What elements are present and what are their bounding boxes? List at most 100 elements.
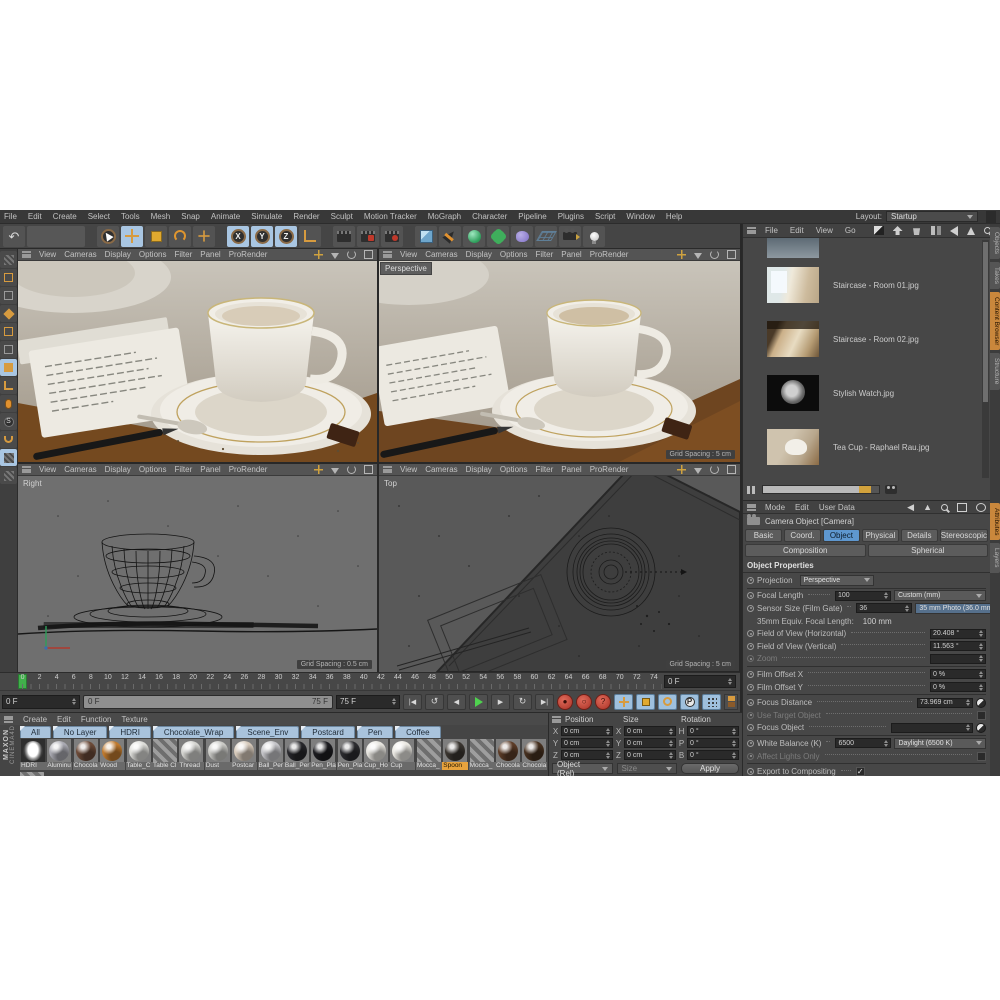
attribute-tab[interactable]: Composition (745, 544, 866, 557)
viewport-menu-item[interactable]: Display (466, 250, 492, 259)
view-pan-icon[interactable] (677, 250, 686, 259)
stepper-icon[interactable] (72, 698, 76, 705)
browser-scrollbar[interactable] (982, 240, 989, 478)
viewport-menu-item[interactable]: Filter (174, 250, 192, 259)
viewport-solo-button[interactable] (0, 395, 17, 412)
record-keyframe-button[interactable]: ● (557, 694, 573, 710)
hamburger-icon[interactable] (747, 227, 756, 234)
list-item-partial[interactable] (743, 238, 983, 258)
scrub-icon[interactable] (747, 724, 754, 731)
attribute-tab[interactable]: Stereoscopic (940, 529, 988, 542)
scrub-icon[interactable] (747, 684, 754, 691)
menu-item[interactable]: Pipeline (518, 212, 546, 221)
material-menu-item[interactable]: Function (81, 715, 112, 724)
viewport-menu-item[interactable]: Options (500, 465, 528, 474)
texture-mode-button[interactable] (0, 251, 17, 268)
axis-mode-button[interactable] (0, 377, 17, 394)
focal-length-field[interactable]: 100 (835, 591, 891, 601)
menu-item[interactable]: Create (53, 212, 77, 221)
focus-distance-field[interactable]: 73.969 cm (917, 698, 973, 708)
attribute-menu-item[interactable]: Edit (795, 503, 809, 512)
next-frame-button[interactable]: ▶ (491, 694, 510, 710)
material-swatch[interactable]: Ball_Per (258, 738, 284, 770)
material-swatch[interactable]: HDRI (20, 738, 46, 770)
material-swatch[interactable]: Chocola (73, 738, 99, 770)
attribute-tab[interactable]: Basic (745, 529, 782, 542)
make-editable-button[interactable] (0, 269, 17, 286)
menu-item[interactable]: Help (666, 212, 682, 221)
film-offset-x-field[interactable]: 0 % (930, 669, 986, 679)
view-zoom-icon[interactable] (331, 468, 339, 474)
scrub-icon[interactable] (747, 592, 754, 599)
material-swatch[interactable]: Postcar (231, 738, 257, 770)
view-label-chip[interactable]: Perspective (380, 262, 432, 275)
list-item[interactable]: Staircase - Room 01.jpg (743, 258, 983, 312)
key-position-toggle[interactable] (614, 694, 633, 710)
goto-end-button[interactable]: ▶| (535, 694, 554, 710)
material-layer-tab[interactable]: Postcard (301, 726, 355, 738)
browser-menu-item[interactable]: Go (845, 226, 856, 235)
points-mode-button[interactable] (0, 287, 17, 304)
material-swatch[interactable]: Ball_Per (284, 738, 310, 770)
material-swatch[interactable]: Mocca_ (469, 738, 495, 770)
coordinate-mode-select[interactable]: Object (Rel) (552, 763, 613, 774)
scrub-icon[interactable] (747, 577, 754, 584)
viewport-top[interactable]: ViewCamerasDisplayOptionsFilterPanelProR… (379, 464, 740, 672)
render-picture-viewer-button[interactable] (357, 226, 379, 247)
material-swatch-partial[interactable] (20, 772, 44, 776)
current-frame-field[interactable]: 0 F (664, 675, 736, 688)
focus-object-field[interactable] (891, 723, 973, 733)
white-balance-preset-select[interactable]: Daylight (6500 K) (894, 738, 986, 749)
spline-pen-button[interactable] (439, 226, 461, 247)
projection-select[interactable]: Perspective (800, 575, 874, 586)
tweak-mode-button[interactable] (0, 341, 17, 358)
snap-settings-button[interactable]: S (0, 413, 17, 430)
menu-item[interactable]: Tools (121, 212, 140, 221)
viewport-menu-item[interactable]: Display (466, 465, 492, 474)
viewport-menu-item[interactable]: Panel (200, 465, 220, 474)
pointer-icon[interactable] (967, 227, 975, 235)
viewport-menu-item[interactable]: Cameras (425, 250, 457, 259)
material-layer-tab[interactable]: All (20, 726, 51, 738)
material-layer-tab[interactable]: Scene_Env (236, 726, 299, 738)
list-view-icon[interactable] (747, 486, 757, 494)
view-rotate-icon[interactable] (347, 465, 356, 474)
keyframe-selection-button[interactable]: ? (595, 694, 611, 710)
menu-item[interactable]: Select (88, 212, 110, 221)
viewport-menu-item[interactable]: Options (500, 250, 528, 259)
lock-y-axis-button[interactable]: Y (251, 226, 273, 247)
position-x-field[interactable]: 0 cm (561, 726, 613, 736)
render-settings-button[interactable] (381, 226, 403, 247)
size-y-field[interactable]: 0 cm (624, 738, 676, 748)
material-swatch[interactable]: Table_C (126, 738, 152, 770)
view-maximize-icon[interactable] (364, 465, 373, 474)
scrub-icon[interactable] (747, 605, 754, 612)
key-pla-toggle[interactable] (702, 694, 721, 710)
browse-mode-icon[interactable] (885, 485, 897, 494)
hamburger-icon[interactable] (747, 504, 756, 511)
sensor-size-field[interactable]: 36 (856, 603, 912, 613)
workplane-lock-button[interactable] (0, 449, 17, 466)
size-x-field[interactable]: 0 cm (624, 726, 676, 736)
viewport-menu-item[interactable]: Cameras (64, 250, 96, 259)
material-layer-tab[interactable]: No Layer (53, 726, 107, 738)
viewport-menu-item[interactable]: Panel (561, 250, 581, 259)
attribute-tab[interactable]: Object (823, 529, 860, 542)
scrub-icon[interactable] (747, 699, 754, 706)
keyframe-bar-button[interactable] (724, 694, 738, 710)
menu-item[interactable]: Sculpt (331, 212, 353, 221)
material-swatch[interactable]: Cup_Ho (363, 738, 389, 770)
viewport-menu-item[interactable]: ProRender (229, 250, 268, 259)
scrub-icon[interactable] (747, 671, 754, 678)
attribute-tab[interactable]: Details (901, 529, 938, 542)
hamburger-icon[interactable] (383, 466, 392, 473)
size-mode-select[interactable]: Size (617, 763, 678, 774)
position-z-field[interactable]: 0 cm (561, 750, 613, 760)
apply-button[interactable]: Apply (681, 763, 739, 774)
viewport-menu-item[interactable]: View (400, 250, 417, 259)
view-rotate-icon[interactable] (710, 250, 719, 259)
history-icon[interactable] (976, 503, 986, 512)
material-layer-tab[interactable]: Coffee (395, 726, 440, 738)
viewport-menu-item[interactable]: Filter (535, 465, 553, 474)
start-frame-field[interactable]: 0 F (2, 695, 80, 709)
